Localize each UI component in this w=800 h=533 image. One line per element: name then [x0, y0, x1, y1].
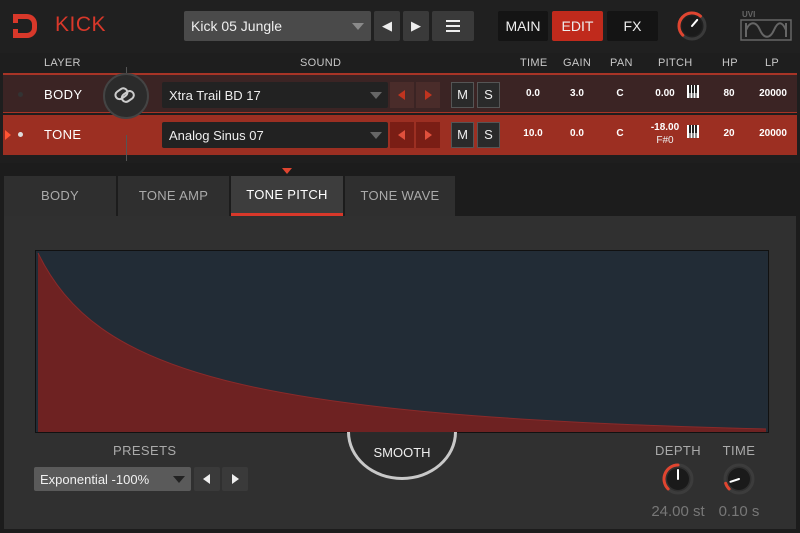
depth-value: 24.00 st	[651, 503, 705, 520]
sound-name: Analog Sinus 07	[169, 128, 264, 143]
tab-main[interactable]: MAIN	[498, 11, 548, 41]
chevron-down-icon	[370, 132, 382, 139]
depth-knob[interactable]	[661, 462, 695, 496]
sound-selector[interactable]: Analog Sinus 07	[162, 122, 388, 148]
tab-body[interactable]: BODY	[4, 176, 116, 216]
active-tab-indicator-icon	[282, 168, 292, 174]
time-value[interactable]: 10.0	[513, 128, 553, 139]
menu-button[interactable]	[432, 11, 474, 41]
presets-label: PRESETS	[113, 443, 177, 458]
uvi-logo-icon: UVI	[740, 10, 792, 41]
app-title: KICK	[55, 13, 107, 36]
column-header-gain: GAIN	[563, 57, 592, 69]
time-knob[interactable]	[722, 462, 756, 496]
column-header-pitch: PITCH	[658, 57, 693, 69]
arrow-left-icon	[398, 130, 405, 140]
gain-value[interactable]: 3.0	[557, 88, 597, 99]
sound-name: Xtra Trail BD 17	[169, 88, 261, 103]
pitch-value[interactable]: 0.00	[643, 88, 687, 99]
arrow-left-icon	[398, 90, 405, 100]
column-header-time: TIME	[520, 57, 548, 69]
tab-tone-wave[interactable]: TONE WAVE	[345, 176, 455, 216]
sound-prev-button[interactable]	[390, 82, 414, 108]
smooth-button[interactable]: SMOOTH	[347, 410, 457, 480]
envelope-curve[interactable]	[36, 251, 768, 432]
envelope-preset-select[interactable]: Exponential -100%	[34, 467, 191, 491]
layer-status-dot	[18, 132, 23, 137]
layer-name: TONE	[44, 127, 82, 142]
arrow-right-icon	[425, 90, 432, 100]
arrow-left-icon	[203, 474, 210, 484]
column-header-pan: PAN	[610, 57, 633, 69]
chevron-down-icon	[173, 476, 185, 483]
hamburger-icon	[446, 25, 460, 27]
time-label: TIME	[722, 443, 756, 458]
sound-selector[interactable]: Xtra Trail BD 17	[162, 82, 388, 108]
hp-value[interactable]: 20	[711, 128, 747, 139]
smooth-label: SMOOTH	[373, 445, 430, 460]
pan-value[interactable]: C	[603, 88, 637, 99]
arrow-right-icon	[232, 474, 239, 484]
sound-prev-button[interactable]	[390, 122, 414, 148]
layer-link-button[interactable]	[103, 73, 149, 119]
layer-row-tone[interactable]: TONE Analog Sinus 07 M S 10.0 0.0 C -18.…	[3, 115, 797, 155]
layer-status-dot	[18, 92, 23, 97]
pitch-value[interactable]: -18.00	[643, 122, 687, 133]
pitch-note: F#0	[656, 135, 674, 146]
column-header-layer: LAYER	[44, 57, 81, 69]
editor-tabs: BODY TONE AMP TONE PITCH TONE WAVE	[0, 163, 800, 218]
gain-value[interactable]: 0.0	[557, 128, 597, 139]
preset-selector[interactable]: Kick 05 Jungle	[184, 11, 371, 41]
pitch-envelope-graph[interactable]	[35, 250, 769, 433]
master-volume-knob[interactable]	[676, 10, 708, 42]
solo-button[interactable]: S	[477, 122, 500, 148]
envelope-preset-value: Exponential -100%	[40, 472, 150, 487]
hamburger-icon	[446, 30, 460, 32]
sound-next-button[interactable]	[416, 122, 440, 148]
piano-keys-icon[interactable]	[687, 125, 699, 138]
preset-name: Kick 05 Jungle	[191, 18, 283, 34]
pan-value[interactable]: C	[603, 128, 637, 139]
chevron-down-icon	[370, 92, 382, 99]
envelope-preset-next-button[interactable]	[222, 467, 248, 491]
tab-tone-pitch[interactable]: TONE PITCH	[231, 176, 343, 216]
column-header-hp: HP	[722, 57, 738, 69]
mute-button[interactable]: M	[451, 82, 474, 108]
chevron-down-icon	[352, 23, 364, 30]
lp-value[interactable]: 20000	[751, 128, 795, 139]
hamburger-icon	[446, 20, 460, 22]
app-logo-icon	[13, 14, 37, 38]
link-connector	[126, 135, 127, 161]
top-bar: KICK Kick 05 Jungle ◀ ▶ MAIN EDIT FX UVI	[0, 0, 800, 53]
piano-keys-icon[interactable]	[687, 85, 699, 98]
column-header-lp: LP	[765, 57, 780, 69]
column-header-sound: SOUND	[300, 57, 342, 69]
selected-indicator-icon	[5, 130, 11, 140]
arrow-right-icon	[425, 130, 432, 140]
tab-edit[interactable]: EDIT	[552, 11, 603, 41]
lp-value[interactable]: 20000	[751, 88, 795, 99]
hp-value[interactable]: 80	[711, 88, 747, 99]
solo-button[interactable]: S	[477, 82, 500, 108]
envelope-preset-prev-button[interactable]	[194, 467, 220, 491]
tab-tone-amp[interactable]: TONE AMP	[118, 176, 229, 216]
tab-fx[interactable]: FX	[607, 11, 658, 41]
time-value[interactable]: 0.0	[513, 88, 553, 99]
preset-prev-button[interactable]: ◀	[374, 11, 400, 41]
depth-label: DEPTH	[654, 443, 702, 458]
sound-next-button[interactable]	[416, 82, 440, 108]
layer-name: BODY	[44, 87, 83, 102]
time-value-readout: 0.10 s	[718, 503, 760, 520]
svg-text:UVI: UVI	[742, 10, 755, 19]
link-icon	[114, 87, 135, 103]
mute-button[interactable]: M	[451, 122, 474, 148]
preset-next-button[interactable]: ▶	[403, 11, 429, 41]
